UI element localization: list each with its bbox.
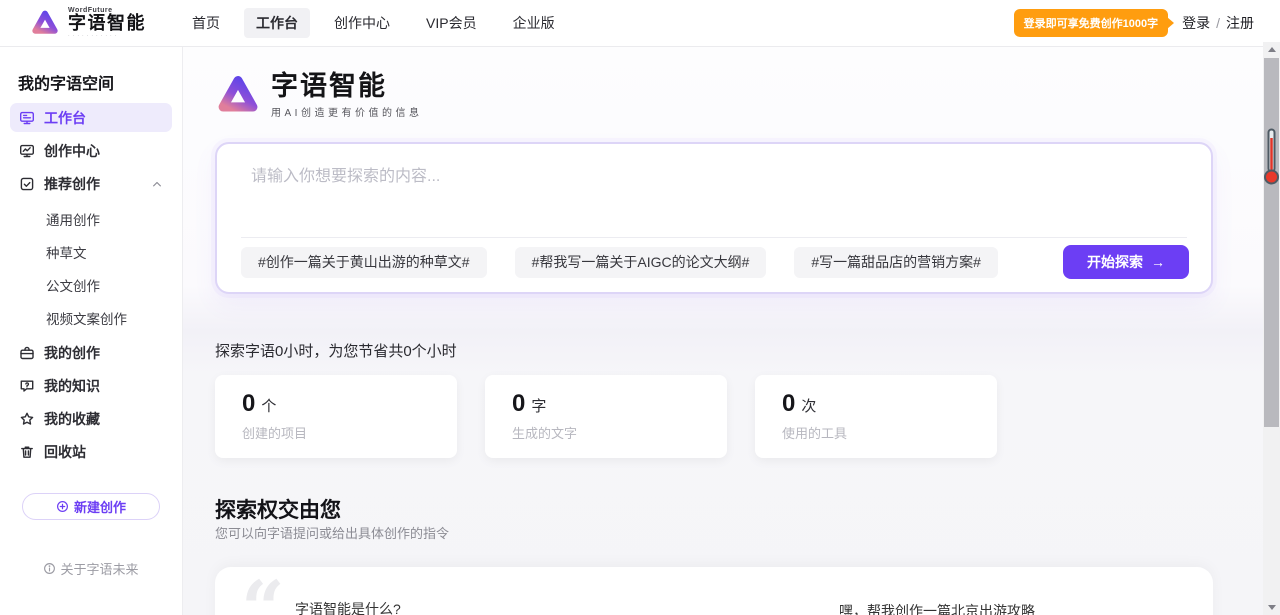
search-card: #创作一篇关于黄山出游的种草文# #帮我写一篇关于AIGC的论文大纲# #写一篇…: [215, 142, 1213, 294]
sidebar-subitem-video-copywriting[interactable]: 视频文案创作: [0, 301, 182, 334]
login-link[interactable]: 登录: [1182, 13, 1210, 33]
nav-item-enterprise[interactable]: 企业版: [501, 8, 567, 38]
sidebar-subitem-general-creation[interactable]: 通用创作: [0, 202, 182, 235]
brand-name: 字语智能: [68, 14, 146, 34]
quote-icon: “: [241, 571, 285, 615]
stat-card-tools: 0 次 使用的工具: [755, 375, 997, 458]
stat-card-projects: 0 个 创建的项目: [215, 375, 457, 458]
suggestion-chip-huangshan[interactable]: #创作一篇关于黄山出游的种草文#: [241, 247, 487, 278]
sidebar: 我的字语空间 工作台 创作中心 推荐创作 通用创作 种草文: [0, 47, 183, 615]
stat-unit: 次: [801, 395, 816, 416]
auth-separator: /: [1216, 15, 1220, 31]
search-divider: [241, 237, 1187, 238]
sidebar-item-label: 创作中心: [44, 141, 100, 161]
nav-item-creation-center[interactable]: 创作中心: [322, 8, 402, 38]
top-header: WordFuture 字语智能 ··········· 首页 工作台 创作中心 …: [0, 0, 1280, 47]
about-link[interactable]: 关于字语未来: [0, 559, 182, 578]
scrollbar-thumb[interactable]: [1264, 58, 1279, 427]
sidebar-subitem-official-doc[interactable]: 公文创作: [0, 268, 182, 301]
sidebar-item-label: 我的创作: [44, 343, 100, 363]
start-explore-label: 开始探索: [1087, 252, 1143, 272]
stat-value: 0: [512, 390, 525, 418]
sidebar-subitem-label: 视频文案创作: [46, 308, 127, 328]
brand-triangle-icon: [215, 72, 261, 118]
explore-section-title: 探索权交由您: [215, 494, 1280, 518]
recommended-creation-doc-icon: [19, 176, 35, 192]
main-content: 字语智能 用AI创造更有价值的信息 #创作一篇关于黄山出游的种草文# #帮我写一…: [183, 47, 1280, 615]
sidebar-item-my-knowledge[interactable]: 我的知识: [10, 371, 172, 400]
sidebar-subitem-label: 公文创作: [46, 275, 100, 295]
sidebar-item-recycle-bin[interactable]: 回收站: [10, 437, 172, 466]
hero-brand-tagline: 用AI创造更有价值的信息: [271, 104, 422, 119]
nav-item-workbench[interactable]: 工作台: [244, 8, 310, 38]
brand-tagline-dots: ···········: [68, 34, 146, 40]
register-link[interactable]: 注册: [1226, 13, 1254, 33]
sidebar-subitem-label: 通用创作: [46, 209, 100, 229]
example-prompts-card: “ 字语智能是什么? 嘿，帮我创作一篇北京出游攻略: [215, 567, 1213, 615]
triangle-down-icon: [1268, 605, 1276, 610]
scrollbar-up-button[interactable]: [1263, 42, 1280, 57]
info-circle-icon: [43, 562, 56, 575]
sidebar-heading: 我的字语空间: [0, 70, 182, 89]
about-label: 关于字语未来: [60, 559, 138, 578]
sidebar-subitem-seeding-article[interactable]: 种草文: [0, 235, 182, 268]
stats-summary: 探索字语0小时，为您节省共0个小时: [215, 340, 1280, 357]
auth-links: 登录 / 注册: [1182, 13, 1254, 33]
stat-unit: 个: [261, 395, 276, 416]
new-creation-button[interactable]: 新建创作: [22, 493, 160, 520]
sidebar-item-label: 推荐创作: [44, 174, 100, 194]
stat-label: 创建的项目: [242, 423, 457, 442]
stat-card-words: 0 字 生成的文字: [485, 375, 727, 458]
login-promo-badge[interactable]: 登录即可享免费创作1000字: [1014, 9, 1168, 37]
creation-center-monitor-icon: [19, 143, 35, 159]
example-prompt-what-is[interactable]: 字语智能是什么?: [295, 599, 401, 615]
suggestion-chips-row: #创作一篇关于黄山出游的种草文# #帮我写一篇关于AIGC的论文大纲# #写一篇…: [241, 245, 1189, 279]
sidebar-item-recommended-creation[interactable]: 推荐创作: [10, 169, 172, 198]
sidebar-item-label: 我的知识: [44, 376, 100, 396]
suggestion-chip-aigc-outline[interactable]: #帮我写一篇关于AIGC的论文大纲#: [515, 247, 767, 278]
stat-unit: 字: [531, 395, 546, 416]
knowledge-bubble-icon: [19, 378, 35, 394]
stat-label: 生成的文字: [512, 423, 727, 442]
arrow-right-icon: →: [1151, 254, 1165, 270]
header-logo[interactable]: WordFuture 字语智能 ···········: [30, 7, 146, 40]
brand-triangle-icon: [30, 8, 60, 38]
explore-section-subtitle: 您可以向字语提问或给出具体创作的指令: [215, 523, 1280, 542]
sidebar-subitem-label: 种草文: [46, 242, 87, 262]
sidebar-item-my-creations[interactable]: 我的创作: [10, 338, 172, 367]
briefcase-icon: [19, 345, 35, 361]
sidebar-item-label: 我的收藏: [44, 409, 100, 429]
sidebar-item-workbench[interactable]: 工作台: [10, 103, 172, 132]
sidebar-item-label: 回收站: [44, 442, 86, 462]
sidebar-item-creation-center[interactable]: 创作中心: [10, 136, 172, 165]
search-input[interactable]: [249, 160, 1179, 218]
star-icon: [19, 411, 35, 427]
main-nav: 首页 工作台 创作中心 VIP会员 企业版: [180, 8, 567, 38]
scrollbar-down-button[interactable]: [1263, 600, 1280, 615]
suggestion-chip-dessert-marketing[interactable]: #写一篇甜品店的营销方案#: [794, 247, 998, 278]
plus-circle-icon: [56, 500, 69, 513]
triangle-up-icon: [1268, 47, 1276, 52]
trash-icon: [19, 444, 35, 460]
example-prompt-beijing-guide[interactable]: 嘿，帮我创作一篇北京出游攻略: [839, 601, 1035, 615]
new-creation-label: 新建创作: [74, 497, 126, 516]
hero-brand-name: 字语智能: [271, 70, 422, 102]
workbench-monitor-icon: [19, 110, 35, 126]
thermometer-icon: [1264, 128, 1279, 191]
nav-item-vip[interactable]: VIP会员: [414, 8, 489, 38]
nav-item-home[interactable]: 首页: [180, 8, 232, 38]
hero-logo: 字语智能 用AI创造更有价值的信息: [215, 70, 1280, 128]
chevron-up-icon[interactable]: [151, 178, 163, 190]
stat-label: 使用的工具: [782, 423, 997, 442]
start-explore-button[interactable]: 开始探索 →: [1063, 245, 1189, 279]
sidebar-item-my-favorites[interactable]: 我的收藏: [10, 404, 172, 433]
sidebar-item-label: 工作台: [44, 108, 86, 128]
stats-cards-row: 0 个 创建的项目 0 字 生成的文字 0 次 使用的工具: [215, 375, 1280, 458]
stat-value: 0: [242, 390, 255, 418]
stat-value: 0: [782, 390, 795, 418]
